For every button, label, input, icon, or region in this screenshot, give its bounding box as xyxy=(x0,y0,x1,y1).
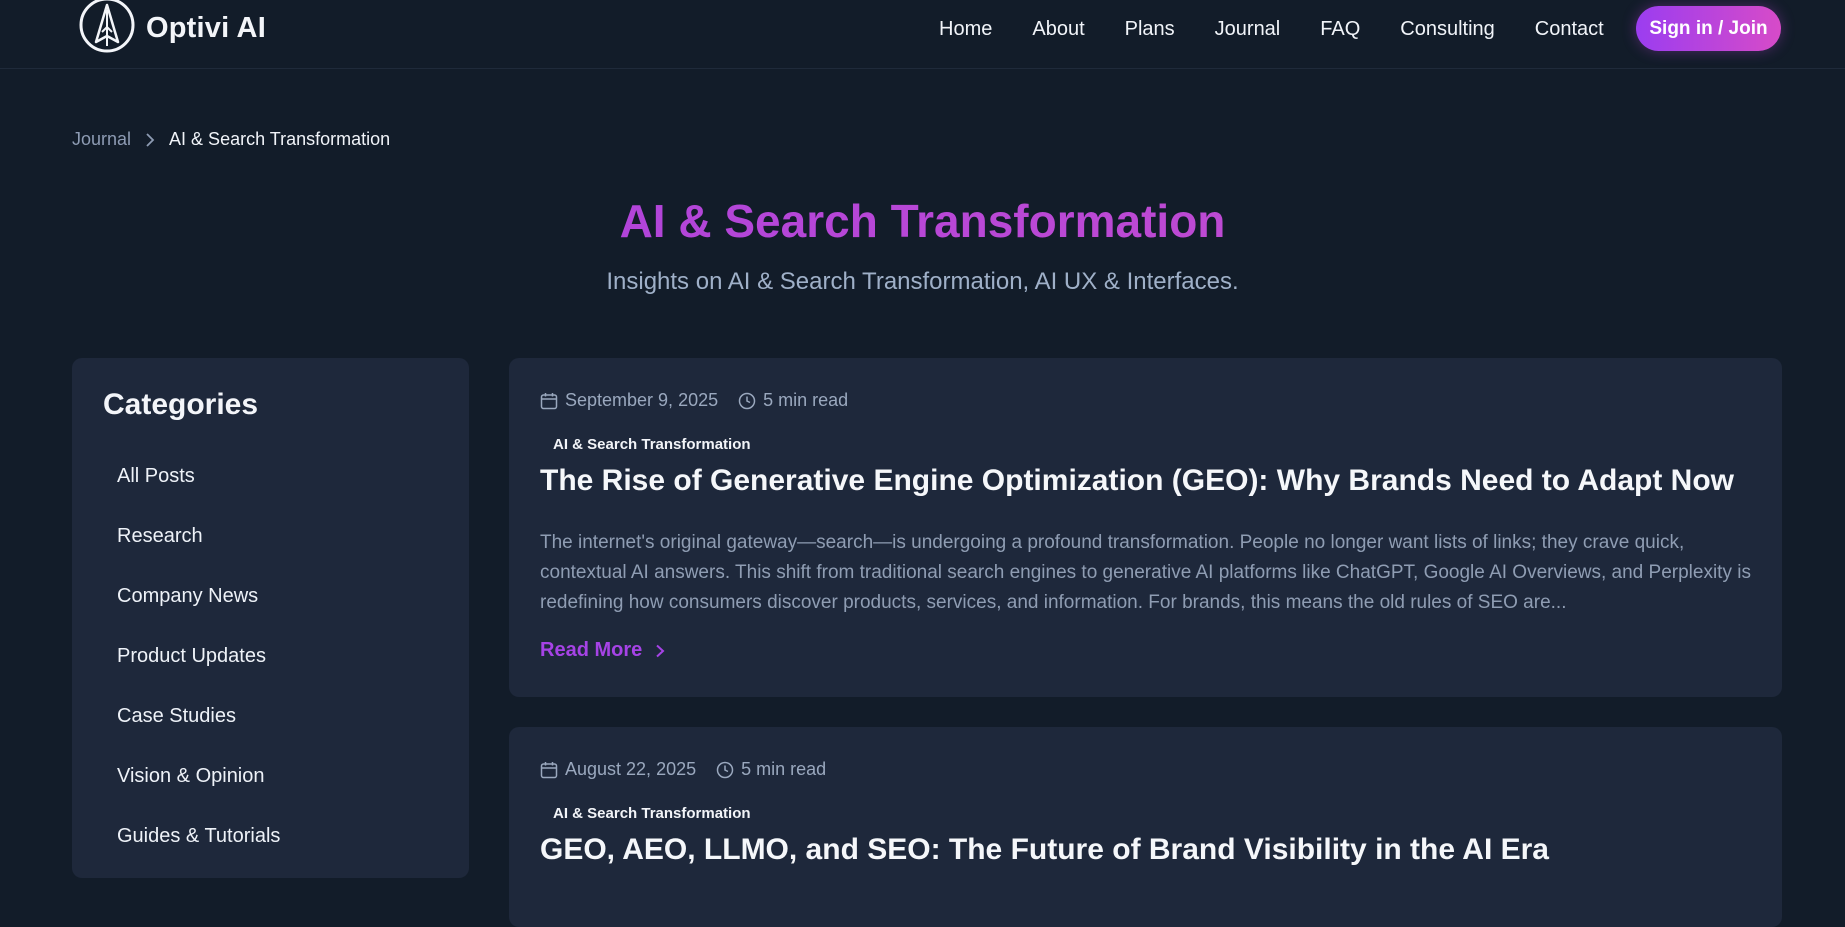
read-more-label: Read More xyxy=(540,639,643,661)
nav-consulting[interactable]: Consulting xyxy=(1400,15,1495,43)
nav-about[interactable]: About xyxy=(1032,15,1084,43)
post-read-time: 5 min read xyxy=(741,759,827,779)
page-title: AI & Search Transformation xyxy=(0,194,1845,248)
post-title[interactable]: The Rise of Generative Engine Optimizati… xyxy=(540,464,1734,498)
post-card: August 22, 2025 5 min read AI & Search T… xyxy=(509,727,1782,927)
brand-name: Optivi AI xyxy=(146,11,266,44)
category-product-updates[interactable]: Product Updates xyxy=(117,642,280,702)
post-date: August 22, 2025 xyxy=(565,759,697,779)
post-excerpt: The internet's original gateway—search—i… xyxy=(540,532,1751,613)
nav-plans[interactable]: Plans xyxy=(1125,15,1175,43)
chevron-right-icon xyxy=(146,132,155,147)
categories-list: All Posts Research Company News Product … xyxy=(117,462,280,882)
category-guides-tutorials[interactable]: Guides & Tutorials xyxy=(117,822,280,882)
nav-faq[interactable]: FAQ xyxy=(1320,15,1360,43)
post-meta: August 22, 2025 5 min read xyxy=(540,759,826,780)
nav-contact[interactable]: Contact xyxy=(1535,15,1604,43)
post-meta: September 9, 2025 5 min read xyxy=(540,390,848,411)
read-more-link[interactable]: Read More xyxy=(540,639,666,662)
categories-sidebar: Categories All Posts Research Company Ne… xyxy=(72,358,469,878)
category-company-news[interactable]: Company News xyxy=(117,582,280,642)
post-category-tag[interactable]: AI & Search Transformation xyxy=(553,436,751,453)
categories-heading: Categories xyxy=(103,388,259,421)
clock-icon xyxy=(716,761,734,778)
main-nav: Home About Plans Journal FAQ Consulting … xyxy=(939,15,1644,43)
category-research[interactable]: Research xyxy=(117,522,280,582)
top-navbar: Optivi AI Home About Plans Journal FAQ C… xyxy=(0,0,1845,69)
post-card: September 9, 2025 5 min read AI & Search… xyxy=(509,358,1782,697)
signin-button[interactable]: Sign in / Join xyxy=(1636,6,1781,51)
post-category-tag[interactable]: AI & Search Transformation xyxy=(553,805,751,822)
nav-home[interactable]: Home xyxy=(939,15,992,43)
category-case-studies[interactable]: Case Studies xyxy=(117,702,280,762)
category-vision-opinion[interactable]: Vision & Opinion xyxy=(117,762,280,822)
page-subtitle: Insights on AI & Search Transformation, … xyxy=(606,268,1239,295)
chevron-right-icon xyxy=(656,644,665,657)
category-all-posts[interactable]: All Posts xyxy=(117,462,280,522)
post-read-time: 5 min read xyxy=(763,390,849,410)
calendar-icon xyxy=(540,392,558,409)
nav-journal[interactable]: Journal xyxy=(1215,15,1281,43)
post-title[interactable]: GEO, AEO, LLMO, and SEO: The Future of B… xyxy=(540,833,1549,867)
breadcrumb-current: AI & Search Transformation xyxy=(169,129,391,149)
compass-arrow-icon xyxy=(79,0,135,53)
clock-icon xyxy=(738,392,756,409)
breadcrumb: Journal AI & Search Transformation xyxy=(72,129,390,150)
brand-logo[interactable]: Optivi AI xyxy=(78,0,266,56)
calendar-icon xyxy=(540,761,558,778)
breadcrumb-journal-link[interactable]: Journal xyxy=(72,129,131,150)
post-date: September 9, 2025 xyxy=(565,390,719,410)
